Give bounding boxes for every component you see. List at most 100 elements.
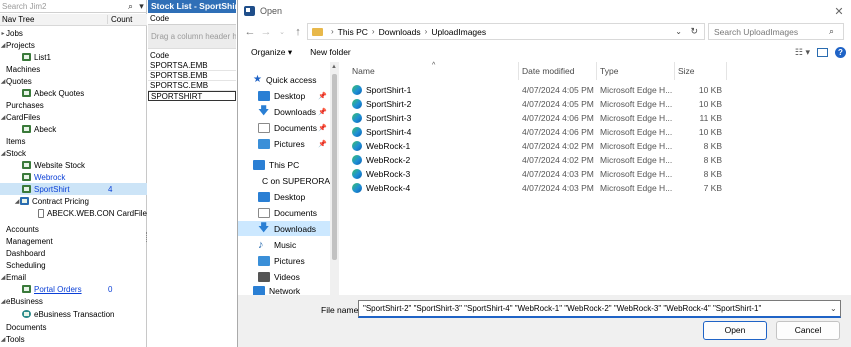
breadcrumb-downloads[interactable]: Downloads bbox=[379, 27, 421, 37]
tree-item-abeck[interactable]: Abeck bbox=[0, 123, 147, 135]
group-by-hint[interactable]: Drag a column header here bbox=[148, 25, 236, 49]
open-button[interactable]: Open bbox=[703, 321, 767, 340]
chevron-down-icon[interactable]: ▾ bbox=[136, 1, 147, 12]
tree-item-sportshirt[interactable]: SportShirt 4 bbox=[0, 183, 147, 195]
address-bar[interactable]: › This PC › Downloads › UploadImages ⌄ ↻ bbox=[307, 23, 705, 40]
scrollbar-thumb[interactable] bbox=[332, 74, 337, 260]
nav-downloads-selected[interactable]: 🡇 Downloads bbox=[238, 221, 330, 236]
nav-pictures-pinned[interactable]: Pictures 📌 bbox=[238, 136, 330, 151]
nav-tree-column-header[interactable]: Nav Tree bbox=[0, 15, 107, 24]
nav-documents[interactable]: Documents bbox=[238, 205, 330, 220]
forward-arrow-icon[interactable]: → bbox=[258, 26, 274, 38]
column-divider[interactable] bbox=[674, 62, 675, 80]
tree-item-scheduling[interactable]: Scheduling bbox=[0, 259, 147, 271]
close-icon[interactable]: ✕ bbox=[827, 5, 851, 18]
file-name-combobox[interactable]: "SportShirt-2" "SportShirt-3" "SportShir… bbox=[358, 300, 841, 318]
pin-icon[interactable]: 📌 bbox=[318, 140, 327, 148]
tree-item-jobs[interactable]: ▸ Jobs bbox=[0, 27, 147, 39]
help-icon[interactable]: ? bbox=[835, 46, 846, 58]
tree-item-machines[interactable]: Machines bbox=[0, 63, 147, 75]
nav-music[interactable]: ♪ Music bbox=[238, 237, 330, 252]
tree-item-list1[interactable]: List1 bbox=[0, 51, 147, 63]
nav-search[interactable]: Search Jim2 ⌕ ▾ bbox=[0, 0, 147, 13]
nav-quick-access[interactable]: ★ Quick access bbox=[238, 72, 330, 87]
file-row[interactable]: SportShirt-2 4/07/2024 4:05 PM Microsoft E… bbox=[340, 97, 851, 111]
tree-item-items[interactable]: Items bbox=[0, 135, 147, 147]
file-row[interactable]: SportShirt-1 4/07/2024 4:05 PM Microsoft E… bbox=[340, 83, 851, 97]
column-divider[interactable] bbox=[596, 62, 597, 80]
nav-network[interactable]: Network bbox=[238, 286, 330, 295]
search-box[interactable]: Search UploadImages ⌕ bbox=[708, 23, 844, 40]
tree-item-management[interactable]: Management bbox=[0, 235, 147, 247]
nav-c-drive[interactable]: C on SUPERORA bbox=[238, 173, 330, 188]
file-row[interactable]: SportShirt-4 4/07/2024 4:06 PM Microsoft E… bbox=[340, 125, 851, 139]
tree-item-website-stock[interactable]: Website Stock bbox=[0, 159, 147, 171]
tree-item-ebusiness-transaction[interactable]: eBusiness Transaction bbox=[0, 308, 147, 320]
breadcrumb-this-pc[interactable]: This PC bbox=[338, 27, 368, 37]
code-filter-label[interactable]: Code bbox=[148, 13, 236, 25]
column-header-size[interactable]: Size bbox=[678, 66, 695, 76]
chevron-down-icon[interactable]: ⌄ bbox=[675, 27, 682, 36]
file-name-input[interactable]: "SportShirt-2" "SportShirt-3" "SportShir… bbox=[363, 304, 830, 313]
column-divider[interactable] bbox=[726, 62, 727, 80]
nav-scrollbar[interactable]: ▲ bbox=[330, 62, 339, 295]
scroll-up-icon[interactable]: ▲ bbox=[331, 64, 337, 70]
file-row[interactable]: WebRock-3 4/07/2024 4:03 PM Microsoft Edge… bbox=[340, 167, 851, 181]
tree-item-abeck-web-con[interactable]: ABECK.WEB.CON CardFile bbox=[0, 207, 147, 219]
chevron-right-icon[interactable]: › bbox=[331, 27, 334, 36]
nav-search-input[interactable]: Search Jim2 bbox=[0, 2, 125, 11]
tree-item-portal-orders[interactable]: Portal Orders 0 bbox=[0, 283, 147, 295]
stock-row[interactable]: SPORTSB.EMB bbox=[148, 71, 236, 81]
column-header-type[interactable]: Type bbox=[600, 66, 618, 76]
nav-desktop-pinned[interactable]: Desktop 📌 bbox=[238, 88, 330, 103]
tree-item-documents[interactable]: Documents bbox=[0, 321, 147, 333]
tree-item-ebusiness[interactable]: ◢ eBusiness bbox=[0, 295, 147, 307]
back-arrow-icon[interactable]: ← bbox=[242, 26, 258, 38]
tree-item-contract-pricing[interactable]: ◢ Contract Pricing bbox=[0, 195, 147, 207]
column-divider[interactable] bbox=[518, 62, 519, 80]
pin-icon[interactable]: 📌 bbox=[318, 108, 327, 116]
tree-item-cardfiles[interactable]: ◢ CardFiles bbox=[0, 111, 147, 123]
nav-downloads-pinned[interactable]: 🡇 Downloads 📌 bbox=[238, 104, 330, 119]
refresh-icon[interactable]: ↻ bbox=[690, 26, 698, 37]
stock-row[interactable]: SPORTSC.EMB bbox=[148, 81, 236, 91]
stock-row-selected[interactable]: SPORTSHIRT bbox=[148, 91, 236, 101]
chevron-down-icon[interactable]: ⌄ bbox=[830, 304, 840, 313]
code-column-header[interactable]: Code bbox=[148, 49, 236, 61]
nav-videos[interactable]: Videos bbox=[238, 269, 330, 284]
nav-pictures[interactable]: Pictures bbox=[238, 253, 330, 268]
chevron-down-icon[interactable]: ⌄ bbox=[274, 28, 290, 36]
cancel-button[interactable]: Cancel bbox=[776, 321, 840, 340]
tree-item-purchases[interactable]: Purchases bbox=[0, 99, 147, 111]
tree-item-abeck-quotes[interactable]: Abeck Quotes bbox=[0, 87, 147, 99]
file-row[interactable]: WebRock-4 4/07/2024 4:03 PM Microsoft Edge… bbox=[340, 181, 851, 195]
tree-item-dashboard[interactable]: Dashboard bbox=[0, 247, 147, 259]
tree-item-email[interactable]: ◢ Email bbox=[0, 271, 147, 283]
tree-item-projects[interactable]: ◢ Projects bbox=[0, 39, 147, 51]
tree-item-accounts[interactable]: Accounts bbox=[0, 223, 147, 235]
file-row[interactable]: WebRock-2 4/07/2024 4:02 PM Microsoft Edge… bbox=[340, 153, 851, 167]
file-row[interactable]: SportShirt-3 4/07/2024 4:06 PM Microsoft E… bbox=[340, 111, 851, 125]
search-input[interactable]: Search UploadImages bbox=[714, 27, 829, 37]
tree-item-quotes[interactable]: ◢ Quotes bbox=[0, 75, 147, 87]
tree-item-tools[interactable]: ◢ Tools bbox=[0, 333, 147, 345]
nav-desktop[interactable]: Desktop bbox=[238, 189, 330, 204]
up-arrow-icon[interactable]: ↑ bbox=[290, 26, 306, 38]
nav-documents-pinned[interactable]: Documents 📌 bbox=[238, 120, 330, 135]
file-row[interactable]: WebRock-1 4/07/2024 4:02 PM Microsoft Edge… bbox=[340, 139, 851, 153]
column-header-name[interactable]: Name bbox=[352, 66, 375, 76]
view-options-icon[interactable]: ☷ ▾ bbox=[795, 47, 810, 58]
pin-icon[interactable]: 📌 bbox=[318, 124, 327, 132]
chevron-right-icon[interactable]: › bbox=[425, 27, 428, 36]
nav-this-pc[interactable]: This PC bbox=[238, 157, 330, 172]
new-folder-button[interactable]: New folder bbox=[310, 47, 351, 57]
search-icon[interactable]: ⌕ bbox=[829, 26, 843, 37]
count-column-header[interactable]: Count bbox=[107, 15, 147, 24]
column-header-date-modified[interactable]: Date modified bbox=[522, 66, 574, 76]
tree-item-stock[interactable]: ◢ Stock bbox=[0, 147, 147, 159]
preview-pane-icon[interactable] bbox=[817, 47, 828, 57]
pin-icon[interactable]: 📌 bbox=[318, 92, 327, 100]
organize-button[interactable]: Organize ▾ bbox=[251, 47, 292, 58]
stock-row[interactable]: SPORTSA.EMB bbox=[148, 61, 236, 71]
chevron-right-icon[interactable]: › bbox=[372, 27, 375, 36]
